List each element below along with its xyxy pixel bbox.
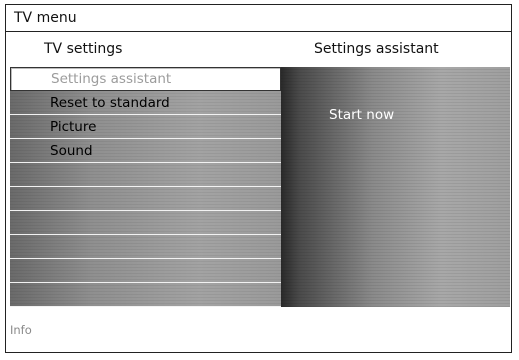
menu-item-label: Settings assistant (51, 71, 172, 87)
menu-item-reset-to-standard[interactable]: Reset to standard (10, 91, 281, 115)
menu-item-sound[interactable]: Sound (10, 139, 281, 163)
menu-item-empty (10, 259, 281, 283)
right-panel-header: Settings assistant (314, 41, 439, 57)
menu-item-empty (10, 235, 281, 259)
submenu-panel: Start now (281, 67, 510, 307)
info-label: Info (10, 323, 32, 337)
settings-list: Settings assistant Reset to standard Pic… (10, 67, 281, 307)
menu-item-empty (10, 211, 281, 235)
left-panel-header: TV settings (44, 41, 123, 57)
menu-item-settings-assistant[interactable]: Settings assistant (10, 67, 281, 91)
menu-item-label: Reset to standard (50, 95, 170, 111)
start-now-option[interactable]: Start now (329, 107, 394, 123)
tv-menu-window: TV menu TV settings Settings assistant S… (5, 4, 512, 353)
menu-item-empty (10, 163, 281, 187)
menu-title: TV menu (6, 5, 511, 32)
info-area: Info (6, 307, 511, 352)
menu-header-row: TV settings Settings assistant (6, 32, 511, 65)
menu-item-empty (10, 283, 281, 307)
menu-item-picture[interactable]: Picture (10, 115, 281, 139)
menu-item-empty (10, 187, 281, 211)
menu-item-label: Picture (50, 119, 97, 135)
menu-item-label: Sound (50, 143, 93, 159)
